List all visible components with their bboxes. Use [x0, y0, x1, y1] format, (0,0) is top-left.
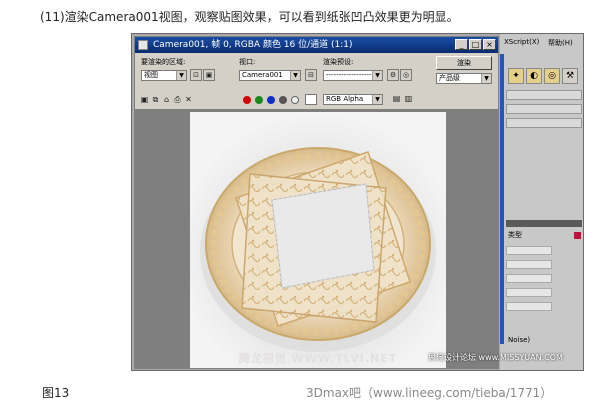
utilities-tab-icon[interactable]: ⚒ — [562, 68, 578, 84]
color-swatch[interactable] — [574, 232, 581, 239]
chevron-down-icon: ▼ — [372, 95, 382, 104]
rollout-button[interactable] — [506, 246, 552, 255]
chevron-down-icon: ▼ — [481, 74, 491, 83]
channel-value: RGB Alpha — [326, 95, 364, 103]
rollout-button[interactable] — [506, 302, 552, 311]
noise-label: Noise) — [508, 336, 531, 344]
chevron-down-icon: ▼ — [176, 71, 186, 80]
viewport-label: 视口: — [239, 58, 256, 66]
article-caption: (11)渲染Camera001视图，观察贴图效果，可以看到纸张凹凸效果更为明显。 — [40, 10, 459, 24]
window-title: Camera001, 帧 0, RGBA 颜色 16 位/通道 (1:1) — [153, 40, 353, 50]
render-frame-window: Camera001, 帧 0, RGBA 颜色 16 位/通道 (1:1) _ … — [134, 36, 499, 369]
app-icon — [138, 40, 148, 50]
green-channel-icon[interactable] — [255, 96, 263, 104]
menu-maxscript[interactable]: XScript(X) — [504, 38, 539, 46]
clear-icon[interactable]: ✕ — [184, 95, 193, 104]
canvas-watermark: 腾龙视觉 WWW.TLVI.NET — [238, 352, 398, 365]
product-value: 产品级 — [439, 74, 460, 82]
panel-toggle-icon[interactable]: ▥ — [404, 94, 413, 103]
print-icon[interactable]: ⎙ — [173, 95, 182, 104]
chevron-down-icon: ▼ — [290, 71, 300, 80]
viewport-dropdown[interactable]: Camera001 ▼ — [239, 70, 301, 81]
panel-row[interactable] — [506, 104, 582, 114]
chevron-down-icon: ▼ — [372, 71, 382, 80]
forum-watermark: 思缘设计论坛 www.MISSYUAN.COM — [428, 353, 563, 362]
clone-frame-icon[interactable]: ⌂ — [162, 95, 171, 104]
preset-value: -------------------- — [326, 71, 377, 79]
environment-icon[interactable]: ◎ — [400, 69, 412, 81]
panel-row[interactable] — [506, 90, 582, 100]
render-setup-icon[interactable]: ⚙ — [387, 69, 399, 81]
figure-label: 图13 — [42, 386, 70, 400]
area-label: 要渲染的区域: — [141, 58, 186, 66]
color-swatch-icon[interactable] — [305, 94, 317, 105]
lock-viewport-icon[interactable]: ⊟ — [305, 69, 317, 81]
mono-channel-icon[interactable] — [291, 96, 299, 104]
display-toggle-icon[interactable]: ▤ — [392, 94, 401, 103]
edit-region-icon[interactable]: ⊡ — [190, 69, 202, 81]
maximize-button[interactable]: □ — [469, 39, 482, 50]
red-channel-icon[interactable] — [243, 96, 251, 104]
hierarchy-tab-icon[interactable]: ◎ — [544, 68, 560, 84]
product-dropdown[interactable]: 产品级 ▼ — [436, 73, 492, 84]
panel-row[interactable] — [506, 118, 582, 128]
bottom-watermark: 3Dmax吧（www.lineeg.com/tieba/1771） — [306, 386, 553, 400]
window-controls: _ □ × — [455, 39, 496, 50]
rollout-divider — [506, 220, 582, 227]
title-bar: Camera001, 帧 0, RGBA 颜色 16 位/通道 (1:1) _ … — [135, 37, 498, 53]
close-button[interactable]: × — [483, 39, 496, 50]
area-value: 视图 — [144, 71, 158, 79]
render-button[interactable]: 渲染 — [436, 56, 492, 70]
menu-help[interactable]: 帮助(H) — [548, 38, 573, 48]
channel-dropdown[interactable]: RGB Alpha ▼ — [323, 94, 383, 105]
alpha-channel-icon[interactable] — [279, 96, 287, 104]
create-tab-icon[interactable]: ✦ — [508, 68, 524, 84]
render-viewport: 腾龙视觉 WWW.TLVI.NET — [135, 109, 498, 368]
rollout-button[interactable] — [506, 274, 552, 283]
max-screenshot: Camera001, 帧 0, RGBA 颜色 16 位/通道 (1:1) _ … — [131, 33, 584, 371]
preset-label: 渲染预设: — [323, 58, 354, 66]
command-panel: XScript(X) 帮助(H) ✦ ◐ ◎ ⚒ 类型 Noise) — [500, 34, 583, 370]
rendered-image: 腾龙视觉 WWW.TLVI.NET — [190, 112, 446, 368]
viewport-value: Camera001 — [242, 71, 283, 79]
rollout-button[interactable] — [506, 288, 552, 297]
copy-image-icon[interactable]: ⧉ — [151, 95, 160, 104]
rollout-button[interactable] — [506, 260, 552, 269]
rollout-type-label: 类型 — [508, 231, 522, 239]
preset-dropdown[interactable]: -------------------- ▼ — [323, 70, 383, 81]
side-scrollbar[interactable] — [500, 54, 504, 344]
render-settings-row: 要渲染的区域: 视图 ▼ ⊡ ▣ 视口: Camera001 ▼ ⊟ 渲染预设:… — [135, 54, 498, 90]
area-dropdown[interactable]: 视图 ▼ — [141, 70, 187, 81]
blue-channel-icon[interactable] — [267, 96, 275, 104]
render-toolbar: ▣ ⧉ ⌂ ⎙ ✕ RGB Alpha ▼ ▤ ▥ — [135, 93, 498, 106]
plate-render-graphic — [190, 112, 446, 368]
minimize-button[interactable]: _ — [455, 39, 468, 50]
auto-region-icon[interactable]: ▣ — [203, 69, 215, 81]
save-image-icon[interactable]: ▣ — [140, 95, 149, 104]
modify-tab-icon[interactable]: ◐ — [526, 68, 542, 84]
